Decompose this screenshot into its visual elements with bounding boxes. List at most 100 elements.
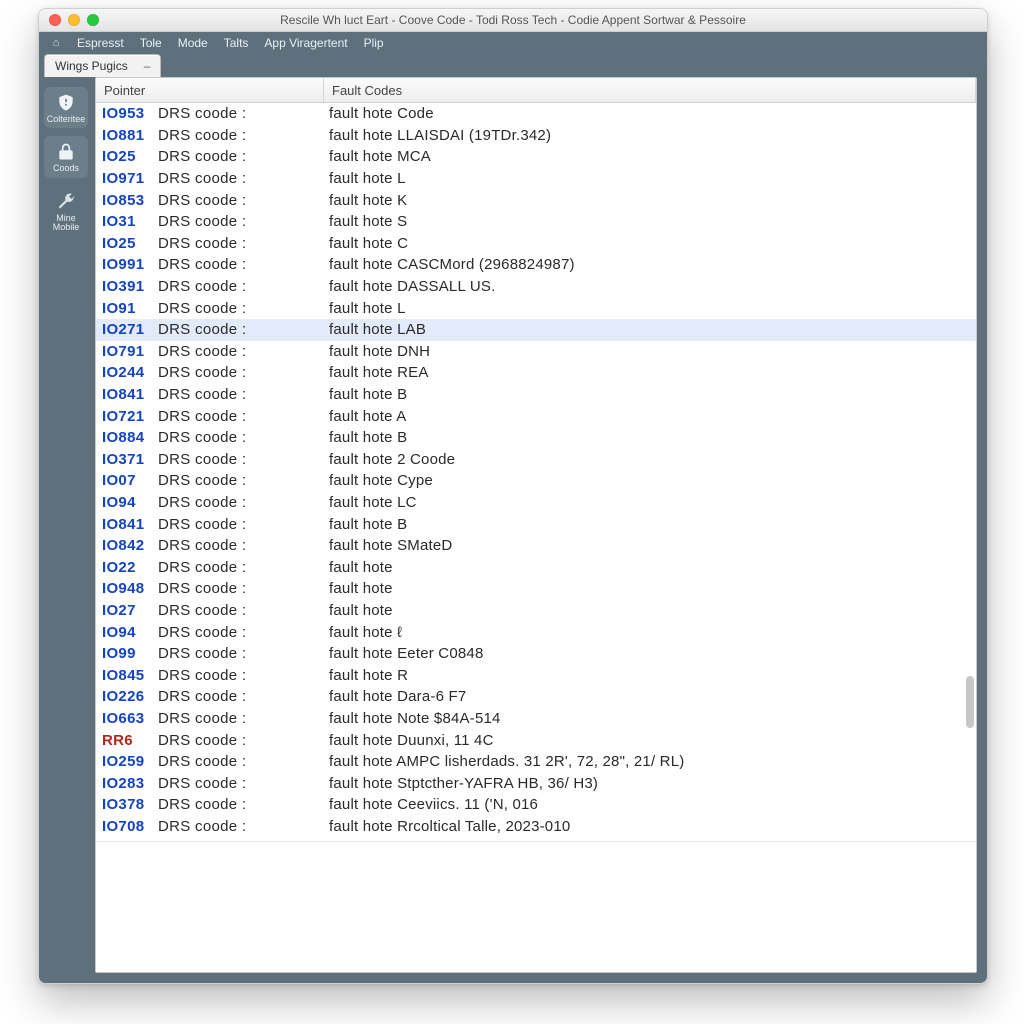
row-id: IO07	[96, 472, 158, 489]
row-fault-text: fault hote Cype	[321, 472, 976, 489]
row-id: RR6	[96, 732, 158, 749]
row-fault-text: fault hote DNH	[321, 343, 976, 360]
row-id: IO991	[96, 256, 158, 273]
row-drs-label: DRS coode :	[158, 321, 321, 338]
row-id: IO842	[96, 537, 158, 554]
table-row[interactable]: IO94DRS coode :fault hote ℓ	[96, 621, 976, 643]
row-drs-label: DRS coode :	[158, 580, 321, 597]
table-row[interactable]: IO94DRS coode :fault hote LC	[96, 492, 976, 514]
row-fault-text: fault hote	[321, 602, 976, 619]
table-row[interactable]: IO853DRS coode :fault hote K	[96, 189, 976, 211]
table-row[interactable]: IO31DRS coode :fault hote S	[96, 211, 976, 233]
row-id: IO881	[96, 127, 158, 144]
row-drs-label: DRS coode :	[158, 343, 321, 360]
menu-item-expresst[interactable]: Espresst	[69, 36, 132, 50]
row-id: IO371	[96, 451, 158, 468]
row-fault-text: fault hote S	[321, 213, 976, 230]
zoom-icon[interactable]	[87, 14, 99, 26]
row-drs-label: DRS coode :	[158, 170, 321, 187]
table-row[interactable]: IO244DRS coode :fault hote REA	[96, 362, 976, 384]
table-row[interactable]: IO27DRS coode :fault hote	[96, 600, 976, 622]
row-drs-label: DRS coode :	[158, 300, 321, 317]
row-fault-text: fault hote K	[321, 192, 976, 209]
row-id: IO94	[96, 494, 158, 511]
sidebar-item-mine-mobile[interactable]: Mine Mobile	[44, 186, 88, 237]
row-fault-text: fault hote 2 Coode	[321, 451, 976, 468]
row-fault-text: fault hote R	[321, 667, 976, 684]
row-id: IO244	[96, 364, 158, 381]
row-fault-text: fault hote Ceeviics. 11 ('N, 016	[321, 796, 976, 813]
table-row[interactable]: RR6DRS coode :fault hote Duunxi, 11 4C	[96, 729, 976, 751]
row-drs-label: DRS coode :	[158, 753, 321, 770]
row-drs-label: DRS coode :	[158, 710, 321, 727]
sidebar-item-label: Coods	[53, 164, 79, 173]
table-row[interactable]: IO948DRS coode :fault hote	[96, 578, 976, 600]
row-id: IO22	[96, 559, 158, 576]
scrollbar-thumb[interactable]	[966, 676, 974, 728]
table-row[interactable]: IO884DRS coode :fault hote B	[96, 427, 976, 449]
table-row[interactable]: IO25DRS coode :fault hote MCA	[96, 146, 976, 168]
table-row[interactable]: IO371DRS coode :fault hote 2 Coode	[96, 449, 976, 471]
table-row[interactable]: IO25DRS coode :fault hote C	[96, 233, 976, 255]
table-row[interactable]: IO971DRS coode :fault hote L	[96, 168, 976, 190]
row-id: IO378	[96, 796, 158, 813]
menu-item-app[interactable]: App Viragertent	[256, 36, 355, 50]
table-row[interactable]: IO721DRS coode :fault hote A	[96, 405, 976, 427]
row-id: IO853	[96, 192, 158, 209]
column-header-fault[interactable]: Fault Codes	[324, 78, 976, 102]
table-row[interactable]: IO881DRS coode :fault hote LLAISDAI (19T…	[96, 125, 976, 147]
table-row[interactable]: IO841DRS coode :fault hote B	[96, 384, 976, 406]
row-drs-label: DRS coode :	[158, 408, 321, 425]
table-row[interactable]: IO99DRS coode :fault hote Eeter C0848	[96, 643, 976, 665]
menu-item-plip[interactable]: Plip	[356, 36, 392, 50]
table-row[interactable]: IO841DRS coode :fault hote B	[96, 513, 976, 535]
row-id: IO971	[96, 170, 158, 187]
close-icon[interactable]	[49, 14, 61, 26]
row-fault-text: fault hote CASCMord (2968824987)	[321, 256, 976, 273]
tab-collapse-icon[interactable]: –	[144, 59, 151, 73]
tab-wings-pugics[interactable]: Wings Pugics –	[44, 54, 161, 77]
table-row[interactable]: IO791DRS coode :fault hote DNH	[96, 341, 976, 363]
table-row[interactable]: IO391DRS coode :fault hote DASSALL US.	[96, 276, 976, 298]
row-fault-text: fault hote Stptcther-YAFRA HB, 36/ H3)	[321, 775, 976, 792]
table-row[interactable]: IO953DRS coode :fault hote Code	[96, 103, 976, 125]
table-row[interactable]: IO22DRS coode :fault hote	[96, 556, 976, 578]
table-row[interactable]: IO708DRS coode :fault hote Rrcoltical Ta…	[96, 816, 976, 838]
row-id: IO791	[96, 343, 158, 360]
table-row[interactable]: IO842DRS coode :fault hote SMateD	[96, 535, 976, 557]
row-fault-text: fault hote	[321, 580, 976, 597]
row-fault-text: fault hote C	[321, 235, 976, 252]
table-row[interactable]: IO663DRS coode :fault hote Note $84A-514	[96, 708, 976, 730]
column-header-pointer[interactable]: Pointer	[96, 78, 324, 102]
code-list: IO953DRS coode :fault hote CodeIO881DRS …	[96, 103, 976, 841]
menu-item-tole[interactable]: Tole	[132, 36, 170, 50]
app-window: Rescile Wh luct Eart - Coove Code - Todi…	[38, 8, 988, 984]
menu-home-icon[interactable]: ⌂	[43, 37, 69, 49]
table-row[interactable]: IO378DRS coode :fault hote Ceeviics. 11 …	[96, 794, 976, 816]
row-drs-label: DRS coode :	[158, 386, 321, 403]
table-row[interactable]: IO845DRS coode :fault hote R	[96, 664, 976, 686]
table-row[interactable]: IO259DRS coode :fault hote AMPC lisherda…	[96, 751, 976, 773]
row-fault-text: fault hote AMPC lisherdads. 31 2R', 72, …	[321, 753, 976, 770]
sidebar-item-colteritee[interactable]: Colteritee	[44, 87, 88, 128]
table-row[interactable]: IO991DRS coode :fault hote CASCMord (296…	[96, 254, 976, 276]
table-row[interactable]: IO271DRS coode :fault hote LAB	[96, 319, 976, 341]
table-row[interactable]: IO91DRS coode :fault hote L	[96, 297, 976, 319]
menu-item-mode[interactable]: Mode	[170, 36, 216, 50]
row-id: IO841	[96, 516, 158, 533]
table-row[interactable]: IO07DRS coode :fault hote Cype	[96, 470, 976, 492]
row-fault-text: fault hote REA	[321, 364, 976, 381]
menu-item-talts[interactable]: Talts	[216, 36, 257, 50]
scrollbar[interactable]	[966, 107, 974, 837]
table-row[interactable]: IO226DRS coode :fault hote Dara-6 F7	[96, 686, 976, 708]
row-drs-label: DRS coode :	[158, 213, 321, 230]
window-title: Rescile Wh luct Eart - Coove Code - Todi…	[39, 13, 987, 27]
row-drs-label: DRS coode :	[158, 192, 321, 209]
row-id: IO259	[96, 753, 158, 770]
table-row[interactable]: IO283DRS coode :fault hote Stptcther-YAF…	[96, 772, 976, 794]
shield-power-icon	[54, 93, 78, 113]
sidebar-item-coods[interactable]: Coods	[44, 136, 88, 177]
minimize-icon[interactable]	[68, 14, 80, 26]
row-fault-text: fault hote ℓ	[321, 624, 976, 641]
row-fault-text: fault hote Note $84A-514	[321, 710, 976, 727]
